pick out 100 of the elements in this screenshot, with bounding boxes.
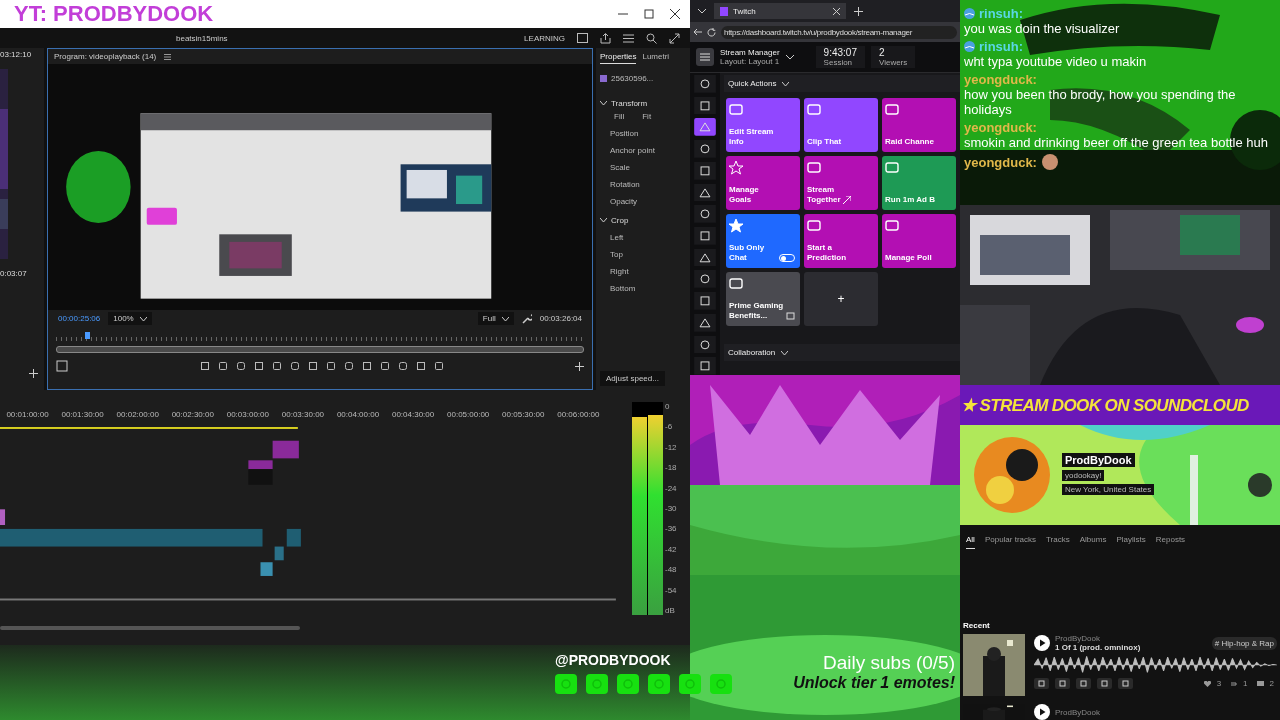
meter-scale-label: -36 (665, 524, 677, 534)
quick-action-button[interactable]: Run 1m Ad B (882, 156, 956, 210)
panel-icon[interactable] (577, 33, 588, 43)
stat-label: Viewers (878, 58, 908, 67)
quick-action-button[interactable]: + (804, 272, 878, 326)
ruler-label: 00:02:00:00 (116, 410, 159, 419)
quick-action-button[interactable]: Manage Poll (882, 214, 956, 268)
menu-icon[interactable] (623, 33, 634, 43)
clip-icon (600, 75, 607, 82)
add-icon[interactable] (29, 369, 38, 378)
menu-icon[interactable] (696, 48, 714, 66)
project-title: beatsin15mins (176, 33, 229, 43)
section-title[interactable]: Collaboration (728, 348, 776, 357)
ruler-label: 00:03:00:00 (226, 410, 269, 419)
ruler-label: 00:01:00:00 (6, 410, 49, 419)
caret-icon (501, 316, 509, 321)
quick-action-button[interactable]: Raid Channe (882, 98, 956, 152)
section-title[interactable]: Quick Actions (728, 79, 777, 88)
chevron-icon[interactable] (781, 350, 789, 355)
track-artist[interactable]: ProdByDook (1055, 707, 1277, 717)
meter-scale-label: -48 (665, 565, 677, 575)
adjust-speed-button[interactable]: Adjust speed... (600, 371, 665, 386)
quick-action-button[interactable]: Sub Only Chat (726, 214, 800, 268)
emote-icon (1040, 153, 1059, 171)
profile-tab[interactable]: Reposts (1155, 535, 1186, 549)
like-count: 3 (1216, 679, 1222, 688)
profile-tab[interactable]: Albums (1079, 535, 1107, 549)
property-label: Position (610, 129, 639, 138)
section-title: Recent (962, 621, 991, 632)
logo-icon (720, 6, 728, 16)
quick-action-button[interactable]: Stream Together (804, 156, 878, 210)
repost-count: 1 (1243, 679, 1248, 688)
quick-action-button[interactable]: Start a Prediction (804, 214, 878, 268)
quality-select[interactable]: Full (477, 312, 514, 325)
play-button[interactable] (1034, 704, 1050, 720)
browser-tab[interactable]: Twitch (714, 3, 846, 19)
playhead[interactable] (85, 332, 91, 339)
fill-option[interactable]: Fill (614, 112, 625, 121)
workspace-tab[interactable]: LEARNING (524, 33, 565, 43)
chevron-icon[interactable] (785, 54, 794, 60)
play-button[interactable] (1034, 635, 1050, 651)
ruler-label: 00:05:00:00 (447, 410, 490, 419)
panel-tab[interactable]: Properties (600, 52, 637, 64)
ruler-label: 00:04:30:00 (391, 410, 435, 419)
chat-message: how you been tho brody, how you spending the holidays (964, 87, 1237, 117)
chevron-icon[interactable] (600, 101, 607, 106)
meter-scale-label: -24 (665, 483, 677, 493)
quick-action-button[interactable]: Clip That (804, 98, 878, 152)
track-artist[interactable]: ProdByDook (1055, 634, 1207, 643)
quick-action-button[interactable]: Edit Stream Info (726, 98, 800, 152)
scrollbar[interactable] (56, 346, 584, 353)
ruler-label: 00:05:30:00 (502, 410, 545, 419)
chevron-icon[interactable] (782, 81, 790, 86)
star-icon (729, 219, 743, 233)
comment-icon (1256, 680, 1264, 687)
quick-action-button[interactable]: Prime Gaming Benefits... (726, 272, 800, 326)
profile-tab[interactable]: Tracks (1046, 535, 1070, 549)
quick-action-button[interactable]: Manage Goals (726, 156, 800, 210)
profile-tab[interactable]: Popular tracks (984, 535, 1037, 549)
chat-username[interactable]: yeongduck: (964, 154, 1037, 170)
chat-message: wht typa youtube video u makin (964, 54, 1147, 69)
search-icon[interactable] (646, 32, 657, 44)
menu-icon[interactable] (164, 53, 172, 60)
reload-icon[interactable] (707, 27, 716, 37)
section-title[interactable]: Crop (611, 216, 629, 225)
zoom-select[interactable]: 100% (108, 312, 152, 325)
profile-tab[interactable]: Playlists (1116, 535, 1146, 549)
layout-label: Layout: Layout 1 (720, 57, 780, 66)
property-label: Opacity (610, 197, 638, 206)
chevron-icon[interactable] (698, 8, 706, 14)
source-timecode: 03:12:10 (0, 50, 33, 59)
close-icon[interactable] (670, 9, 680, 19)
ruler-label: 00:03:30:00 (281, 410, 325, 419)
promo-banner: ★ STREAM DOOK ON SOUNDCLOUD (960, 385, 1280, 425)
playhead-timecode[interactable]: 00:00:25:06 (58, 314, 101, 323)
address-bar[interactable]: https://dashboard.twitch.tv/u/prodbydook/stream-manager (721, 25, 957, 39)
waveform-drawing[interactable] (1034, 655, 1277, 675)
add-icon[interactable] (854, 6, 863, 16)
page-title: Stream Manager (720, 48, 780, 57)
track-title[interactable]: 1 Of 1 (prod. omninox) (1055, 643, 1207, 652)
monitor-title: Program: videoplayback (14) (54, 52, 157, 61)
social-handle: @PRODBYDOOK (555, 652, 672, 668)
overlay-title: YT: PRODBYDOOK (14, 1, 215, 27)
genre-tag[interactable]: # Hip-hop & Rap (1211, 636, 1277, 650)
comment-count: 2 (1269, 679, 1274, 688)
panel-tab[interactable]: Lumetri (642, 52, 670, 64)
section-title[interactable]: Transform (611, 99, 648, 108)
property-label: Bottom (610, 284, 636, 293)
maximize-icon[interactable] (644, 9, 654, 19)
fit-option[interactable]: Fit (642, 112, 652, 121)
chevron-icon[interactable] (600, 218, 607, 223)
fullscreen-icon[interactable] (669, 32, 680, 44)
profile-tab[interactable]: All (966, 535, 975, 549)
property-label: Rotation (610, 180, 640, 189)
scrollbar[interactable] (0, 626, 300, 630)
heart-icon (1203, 680, 1211, 687)
profile-name: ProdByDook (1062, 453, 1135, 467)
add-icon[interactable] (575, 361, 584, 371)
source-timecode: 0:03:07 (0, 269, 28, 278)
back-icon[interactable] (693, 28, 702, 36)
